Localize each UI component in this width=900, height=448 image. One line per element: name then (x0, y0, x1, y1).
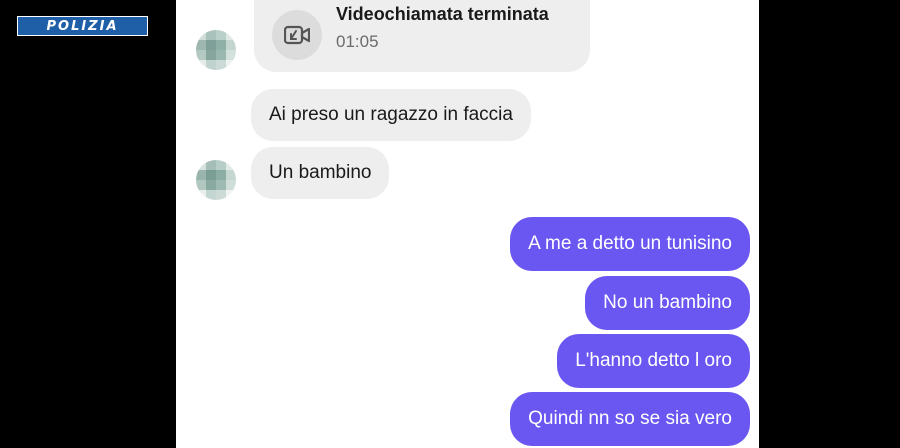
outgoing-message[interactable]: L'hanno detto l oro (557, 334, 750, 388)
call-duration: 01:05 (336, 32, 379, 51)
incoming-message[interactable]: Ai preso un ragazzo in faccia (251, 89, 531, 141)
video-call-ended-icon (272, 10, 322, 60)
message-text: No un bambino (603, 292, 732, 313)
contact-avatar[interactable] (196, 160, 236, 200)
message-text: Quindi nn so se sia vero (528, 408, 732, 429)
video-call-card[interactable]: Videochiamata terminata 01:05 (254, 0, 590, 72)
outgoing-message[interactable]: Quindi nn so se sia vero (510, 392, 750, 446)
outgoing-message[interactable]: A me a detto un tunisino (510, 217, 750, 271)
chat-thread[interactable]: Videochiamata terminata 01:05 Ai preso u… (176, 0, 759, 448)
polizia-logo: POLIZIA (17, 16, 148, 36)
message-text: Un bambino (269, 162, 372, 183)
logo-text: POLIZIA (46, 18, 119, 34)
contact-avatar[interactable] (196, 30, 236, 70)
message-text: A me a detto un tunisino (528, 233, 732, 254)
incoming-message[interactable]: Un bambino (251, 147, 390, 199)
outgoing-message[interactable]: No un bambino (585, 276, 750, 330)
message-text: Ai preso un ragazzo in faccia (269, 104, 513, 125)
call-title: Videochiamata terminata (336, 4, 549, 24)
message-text: L'hanno detto l oro (575, 350, 732, 371)
